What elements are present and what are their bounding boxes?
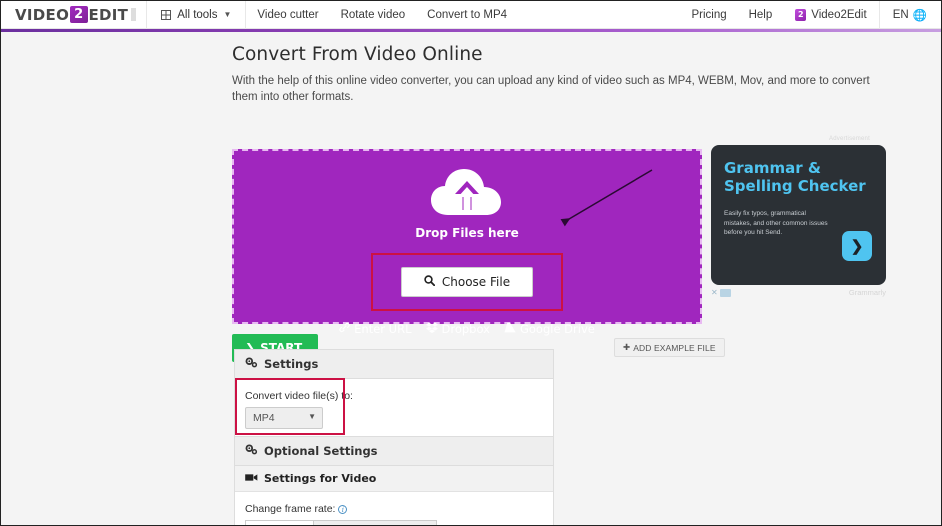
nav-item-rotate-video[interactable]: Rotate video	[330, 1, 417, 29]
add-example-file-label: ADD EXAMPLE FILE	[633, 342, 716, 353]
ad-info-icon[interactable]	[719, 288, 731, 297]
video-settings-body: Change frame rate: i fps (frames per sec…	[235, 492, 553, 525]
dropbox-icon	[425, 322, 438, 336]
logo-badge: 2	[70, 6, 88, 23]
choose-file-highlight: Choose File	[370, 253, 564, 311]
page-intro: Convert From Video Online With the help …	[232, 44, 897, 105]
file-dropzone[interactable]: Drop Files here Choose File Enter URL Dr…	[232, 149, 702, 336]
drop-files-label: Drop Files here	[415, 226, 519, 240]
frame-rate-input-group: fps (frames per second)	[245, 520, 543, 525]
cloud-upload-icon	[429, 165, 505, 224]
globe-icon: 🌐	[912, 9, 927, 22]
page-title: Convert From Video Online	[232, 44, 483, 65]
dropbox-label: Dropbox	[441, 322, 490, 336]
enter-url-label: Enter URL	[354, 322, 412, 336]
google-drive-icon	[504, 322, 516, 336]
grid-icon	[161, 9, 172, 20]
ad-footer: ✕ Grammarly	[711, 288, 886, 297]
all-tools-menu[interactable]: All tools ▼	[147, 1, 247, 29]
video2edit-icon: 2	[795, 8, 807, 21]
output-format-value: MP4	[253, 412, 275, 424]
main-content: Convert From Video Online With the help …	[1, 32, 941, 525]
nav-item-help[interactable]: Help	[738, 1, 784, 29]
google-drive-label: Google Drive	[519, 322, 595, 336]
settings-panel: Settings Convert video file(s) to: MP4 ▼	[234, 349, 554, 442]
site-header: VIDEO 2 EDIT All tools ▼ Video cutter Ro…	[1, 1, 941, 29]
browser-page: VIDEO 2 EDIT All tools ▼ Video cutter Ro…	[0, 0, 942, 526]
secondary-nav: Pricing Help 2 Video2Edit EN 🌐	[680, 1, 941, 29]
plus-icon: ✚	[623, 342, 631, 352]
logo-suffix: EDIT	[88, 5, 129, 24]
choose-file-label: Choose File	[441, 275, 511, 289]
link-icon	[339, 322, 350, 336]
add-example-file-button[interactable]: ✚ ADD EXAMPLE FILE	[614, 338, 725, 357]
frame-rate-unit-addon: fps (frames per second)	[313, 520, 437, 525]
nav-item-convert-to-mp4[interactable]: Convert to MP4	[416, 1, 518, 29]
frame-rate-input[interactable]	[245, 520, 313, 525]
ad-brand-label: Grammarly	[848, 288, 886, 297]
upload-source-links: Enter URL Dropbox Google Drive	[339, 322, 595, 336]
settings-panel-body: Convert video file(s) to: MP4 ▼	[235, 379, 553, 441]
language-selector[interactable]: EN 🌐	[878, 1, 941, 29]
nav-item-pricing[interactable]: Pricing	[680, 1, 737, 29]
optional-settings-panel: Optional Settings Settings for Video Cha…	[234, 436, 554, 525]
chevron-down-icon: ▼	[223, 10, 232, 19]
advertisement-label: Advertisement	[829, 136, 870, 142]
output-format-select[interactable]: MP4 ▼	[245, 407, 323, 429]
settings-panel-title: Settings	[264, 357, 319, 371]
info-icon[interactable]: i	[338, 504, 348, 514]
language-label: EN	[892, 8, 909, 21]
nav-item-video-cutter[interactable]: Video cutter	[246, 1, 329, 29]
enter-url-link[interactable]: Enter URL	[339, 322, 412, 336]
frame-rate-label: Change frame rate:	[245, 503, 336, 515]
video-camera-icon	[245, 472, 258, 485]
logo-prefix: VIDEO	[15, 5, 70, 24]
brand-chip-label: Video2Edit	[811, 8, 867, 21]
convert-format-label: Convert video file(s) to:	[245, 390, 353, 402]
ad-close-icon[interactable]: ✕	[711, 288, 718, 297]
video-settings-title: Settings for Video	[264, 472, 377, 485]
search-icon	[424, 275, 435, 289]
advertisement-banner[interactable]: Grammar & Spelling Checker Easily fix ty…	[711, 145, 886, 285]
chevron-down-icon: ▼	[308, 412, 316, 421]
gears-icon	[245, 444, 258, 458]
logo-tail-decoration	[131, 8, 137, 21]
google-drive-link[interactable]: Google Drive	[504, 322, 595, 336]
optional-settings-header[interactable]: Optional Settings	[235, 437, 553, 466]
dropbox-link[interactable]: Dropbox	[425, 322, 490, 336]
page-subtitle: With the help of this online video conve…	[232, 75, 870, 103]
ad-title-line2: Spelling Checker	[724, 177, 866, 195]
site-logo[interactable]: VIDEO 2 EDIT	[1, 1, 148, 29]
video-settings-section-header[interactable]: Settings for Video	[235, 466, 553, 492]
settings-panel-header: Settings	[235, 350, 553, 379]
all-tools-label: All tools	[177, 8, 218, 21]
choose-file-button[interactable]: Choose File	[400, 267, 534, 297]
ad-cta-chevron-right-icon[interactable]: ❯	[842, 231, 872, 261]
ad-body-text: Easily fix typos, grammatical mistakes, …	[724, 210, 828, 236]
ad-title-line1: Grammar &	[724, 159, 821, 177]
gears-icon	[245, 357, 258, 371]
optional-settings-title: Optional Settings	[264, 444, 378, 458]
account-brand-chip[interactable]: 2 Video2Edit	[783, 1, 878, 29]
primary-nav: All tools ▼ Video cutter Rotate video Co…	[147, 1, 518, 29]
frame-rate-label-row: Change frame rate: i	[245, 503, 543, 515]
